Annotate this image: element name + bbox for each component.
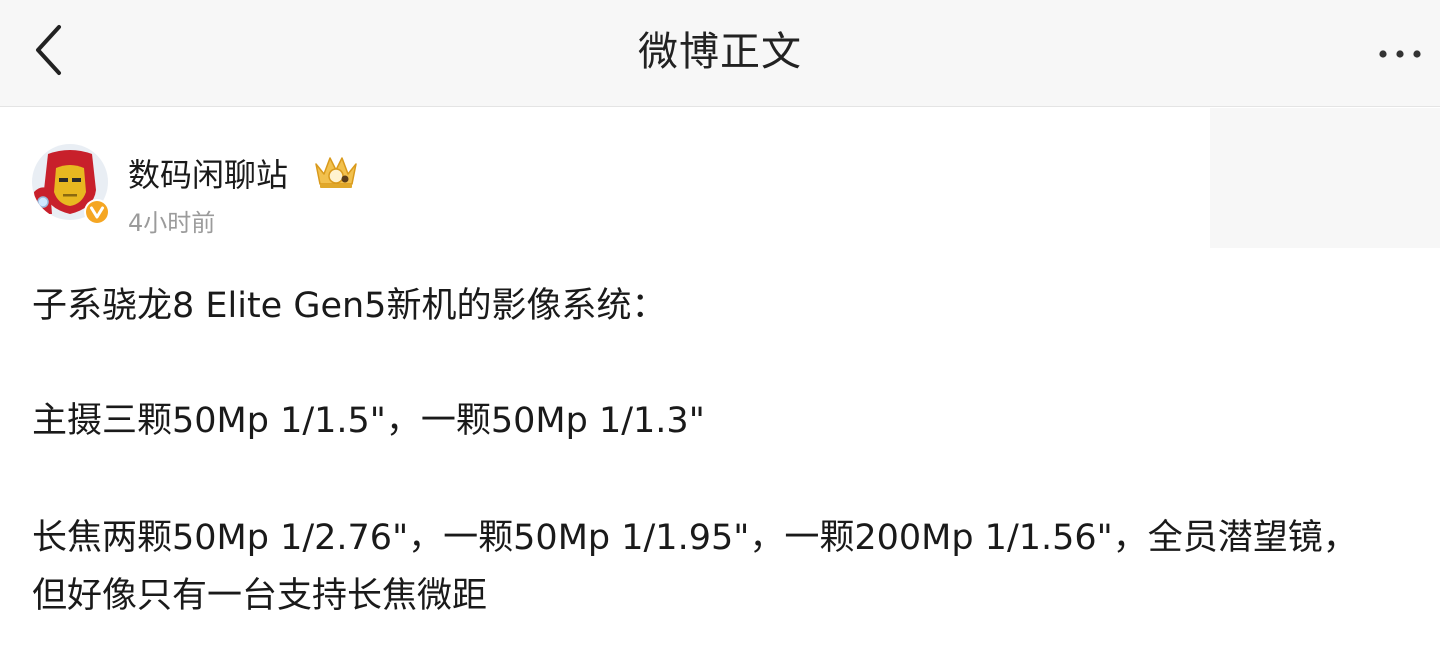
post-text-line: 但好像只有一台支持长焦微距 bbox=[32, 576, 488, 616]
author-name[interactable]: 数码闲聊站 bbox=[128, 150, 288, 196]
watermark bbox=[1210, 108, 1440, 248]
page-title: 微博正文 bbox=[638, 29, 802, 75]
crown-icon[interactable] bbox=[312, 152, 360, 192]
verified-v-icon bbox=[83, 198, 111, 226]
weibo-post-screen: 微博正文 数码闲聊站 4小时前 子系骁龙8 Elite Gen5新机的影像系统：… bbox=[0, 0, 1440, 668]
post-text-line: 子系骁龙8 Elite Gen5新机的影像系统： bbox=[32, 286, 667, 326]
post-text-line: 长焦两颗50Mp 1/2.76"，一颗50Mp 1/1.95"，一颗200Mp … bbox=[32, 518, 1358, 558]
post-text-line: 主摄三颗50Mp 1/1.5"，一颗50Mp 1/1.3" bbox=[32, 401, 705, 441]
more-button[interactable] bbox=[1368, 28, 1432, 78]
post-timestamp: 4小时前 bbox=[128, 209, 216, 237]
more-dots-icon bbox=[1378, 44, 1422, 63]
top-navbar: 微博正文 bbox=[0, 0, 1440, 107]
